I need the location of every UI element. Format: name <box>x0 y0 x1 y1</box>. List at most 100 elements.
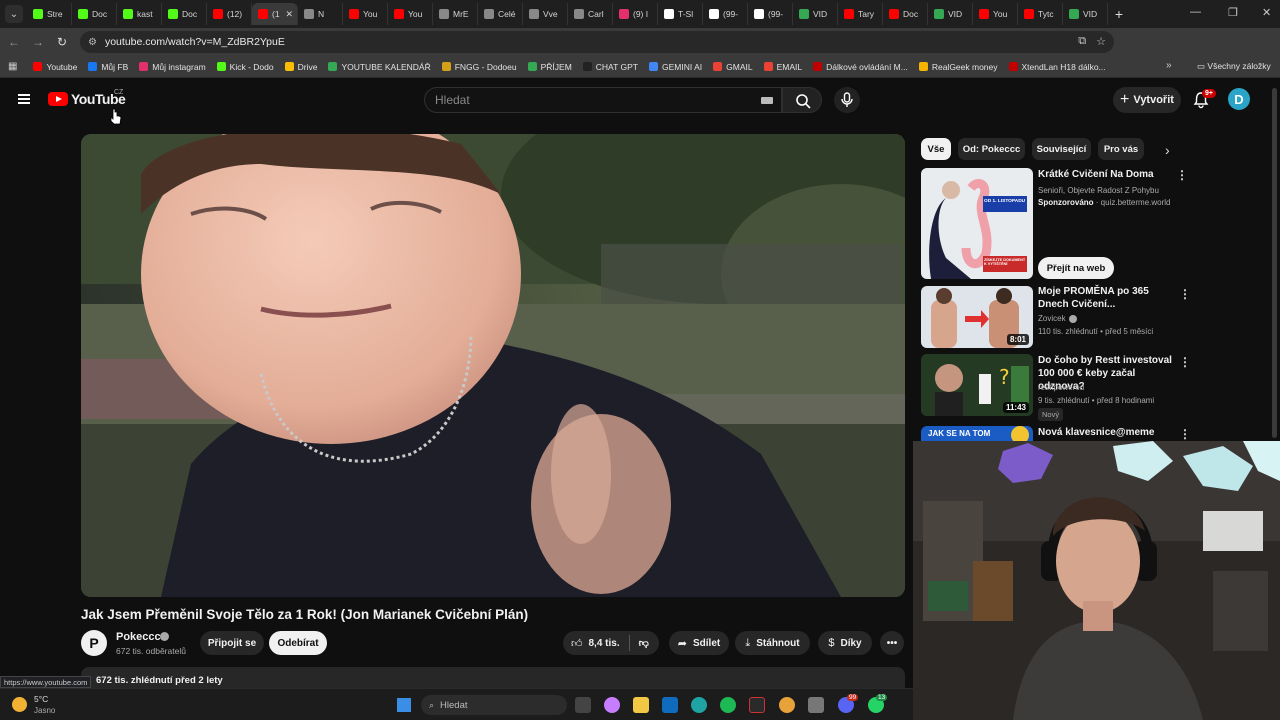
thumbs-down-icon[interactable]: 👎︎ <box>639 637 649 649</box>
bookmark-star-icon[interactable]: ☆ <box>1096 35 1106 48</box>
install-app-icon[interactable]: ⧉ <box>1078 35 1086 48</box>
browser-tab[interactable]: Doc <box>162 3 207 25</box>
browser-tab[interactable]: VID <box>793 3 838 25</box>
share-button[interactable]: ➦ Sdílet <box>669 631 729 655</box>
thanks-button[interactable]: $ Díky <box>818 631 872 655</box>
browser-tab[interactable]: Tary <box>838 3 883 25</box>
bookmark-item[interactable]: FNGG - Dodoeu <box>441 62 517 72</box>
related-channel[interactable]: resttpowered <box>1038 383 1084 392</box>
account-avatar[interactable]: D <box>1228 88 1250 110</box>
bookmark-item[interactable]: YOUTUBE KALENDÁŘ <box>328 62 431 72</box>
spotify-icon[interactable] <box>720 697 736 713</box>
related-thumbnail[interactable]: JAK SE NA TOM <box>921 426 1033 441</box>
browser-tab[interactable]: VID <box>1063 3 1108 25</box>
browser-tab[interactable]: You <box>388 3 433 25</box>
browser-tab[interactable]: You <box>343 3 388 25</box>
back-icon[interactable]: ← <box>4 35 24 49</box>
edge-icon[interactable] <box>691 697 707 713</box>
create-button[interactable]: + Vytvořit <box>1113 87 1181 113</box>
related-menu-icon[interactable]: ⋮ <box>1179 287 1191 301</box>
bookmark-item[interactable]: XtendLan H18 dálko... <box>1008 62 1106 72</box>
more-actions-button[interactable]: ••• <box>880 631 904 655</box>
weather-description[interactable]: Jasno <box>34 706 55 715</box>
related-thumbnail[interactable]: ? 11:43 <box>921 354 1033 416</box>
browser-tab[interactable]: Stre <box>27 3 72 25</box>
weather-temperature[interactable]: 5°C <box>34 694 48 704</box>
browser-tab[interactable]: (9) I <box>613 3 658 25</box>
thumbs-up-icon[interactable]: 👍︎ <box>571 637 583 650</box>
chevron-right-icon[interactable]: › <box>1165 142 1170 158</box>
browser-tab[interactable]: T-Sl <box>658 3 703 25</box>
browser-tab[interactable]: (12) <box>207 3 252 25</box>
site-info-icon[interactable]: ⚙ <box>88 37 97 48</box>
search-input[interactable] <box>435 93 735 107</box>
weather-moon-icon[interactable] <box>12 697 27 712</box>
ad-menu-icon[interactable]: ⋮ <box>1176 168 1188 182</box>
browser-tab[interactable]: VID <box>928 3 973 25</box>
maximize-button[interactable]: ❐ <box>1228 6 1238 19</box>
page-scrollbar[interactable] <box>1272 88 1277 438</box>
related-channel[interactable]: Zovicek <box>1038 314 1066 323</box>
ad-thumbnail[interactable]: OD 1. LISTOPADU ZÍSKEJTE DOKUMENT K VYTI… <box>921 168 1033 279</box>
chip-from-channel[interactable]: Od: Pokeccc <box>958 138 1025 160</box>
outlook-icon[interactable] <box>662 697 678 713</box>
apps-grid-icon[interactable]: ▦ <box>8 61 17 72</box>
youtube-logo[interactable]: YouTube CZ <box>48 89 126 107</box>
bookmarks-overflow-icon[interactable]: » <box>1166 60 1172 71</box>
windows-start-icon[interactable] <box>397 698 411 712</box>
browser-tab[interactable]: N <box>298 3 343 25</box>
browser-tab[interactable]: (99- <box>703 3 748 25</box>
tab-search-button[interactable]: ⌄ <box>5 5 23 23</box>
chrome-icon[interactable] <box>779 697 795 713</box>
file-explorer-icon[interactable] <box>633 697 649 713</box>
reload-icon[interactable]: ↻ <box>52 35 72 49</box>
related-title[interactable]: Nová klavesnice@meme <box>1038 426 1174 439</box>
bookmark-item[interactable]: EMAIL <box>763 62 802 72</box>
menu-icon[interactable] <box>18 94 30 104</box>
bookmark-item[interactable]: Youtube <box>33 62 77 72</box>
ad-title[interactable]: Krátké Cvičení Na Doma <box>1038 168 1174 181</box>
browser-tab[interactable]: MrE <box>433 3 478 25</box>
bookmark-item[interactable]: PŘÍJEM <box>527 62 572 72</box>
capcut-icon[interactable] <box>749 697 765 713</box>
search-button[interactable] <box>782 87 822 113</box>
url-text[interactable]: youtube.com/watch?v=M_ZdBR2YpuE <box>105 36 285 48</box>
bookmark-item[interactable]: Můj FB <box>88 62 128 72</box>
channel-name[interactable]: Pokeccc <box>116 631 161 643</box>
bookmark-item[interactable]: GMAIL <box>713 62 753 72</box>
close-tab-icon[interactable]: ✕ <box>285 9 293 20</box>
new-tab-button[interactable]: + <box>1108 6 1130 22</box>
keyboard-icon[interactable] <box>761 97 773 104</box>
bookmark-item[interactable]: Můj instagram <box>139 62 206 72</box>
join-button[interactable]: Připojit se <box>200 631 264 655</box>
channel-avatar[interactable]: P <box>81 630 107 656</box>
browser-tab[interactable]: Carl <box>568 3 613 25</box>
browser-tab[interactable]: You <box>973 3 1018 25</box>
browser-tab[interactable]: (99- <box>748 3 793 25</box>
calculator-icon[interactable] <box>808 697 824 713</box>
browser-tab[interactable]: Doc <box>883 3 928 25</box>
video-player[interactable] <box>81 134 905 597</box>
browser-tab[interactable]: Doc <box>72 3 117 25</box>
download-button[interactable]: ⤓ Stáhnout <box>735 631 810 655</box>
address-bar[interactable]: ⚙ youtube.com/watch?v=M_ZdBR2YpuE ⧉ ☆ <box>80 31 1114 53</box>
task-view-icon[interactable] <box>575 697 591 713</box>
related-menu-icon[interactable]: ⋮ <box>1179 427 1191 441</box>
browser-tab[interactable]: Celé <box>478 3 523 25</box>
related-title[interactable]: Moje PROMĚNA po 365 Dnech Cvičení... <box>1038 285 1174 311</box>
bookmark-item[interactable]: GEMINI AI <box>648 62 702 72</box>
bookmark-item[interactable]: RealGeek money <box>918 62 998 72</box>
bookmark-item[interactable]: Drive <box>284 62 317 72</box>
chip-all[interactable]: Vše <box>921 138 951 160</box>
visit-site-button[interactable]: Přejít na web <box>1038 257 1114 279</box>
subscribe-button[interactable]: Odebírat <box>269 631 327 655</box>
voice-search-button[interactable] <box>834 87 860 113</box>
related-thumbnail[interactable]: 8:01 <box>921 286 1033 348</box>
taskbar-search[interactable]: ⌕ Hledat <box>421 695 567 715</box>
forward-icon[interactable]: → <box>28 35 48 49</box>
browser-tab[interactable]: Vve <box>523 3 568 25</box>
chip-related[interactable]: Související <box>1032 138 1091 160</box>
bookmark-item[interactable]: Kick - Dodo <box>216 62 274 72</box>
like-count[interactable]: 8,4 tis. <box>589 638 620 649</box>
bookmark-item[interactable]: Dálkové ovládání M... <box>813 62 908 72</box>
